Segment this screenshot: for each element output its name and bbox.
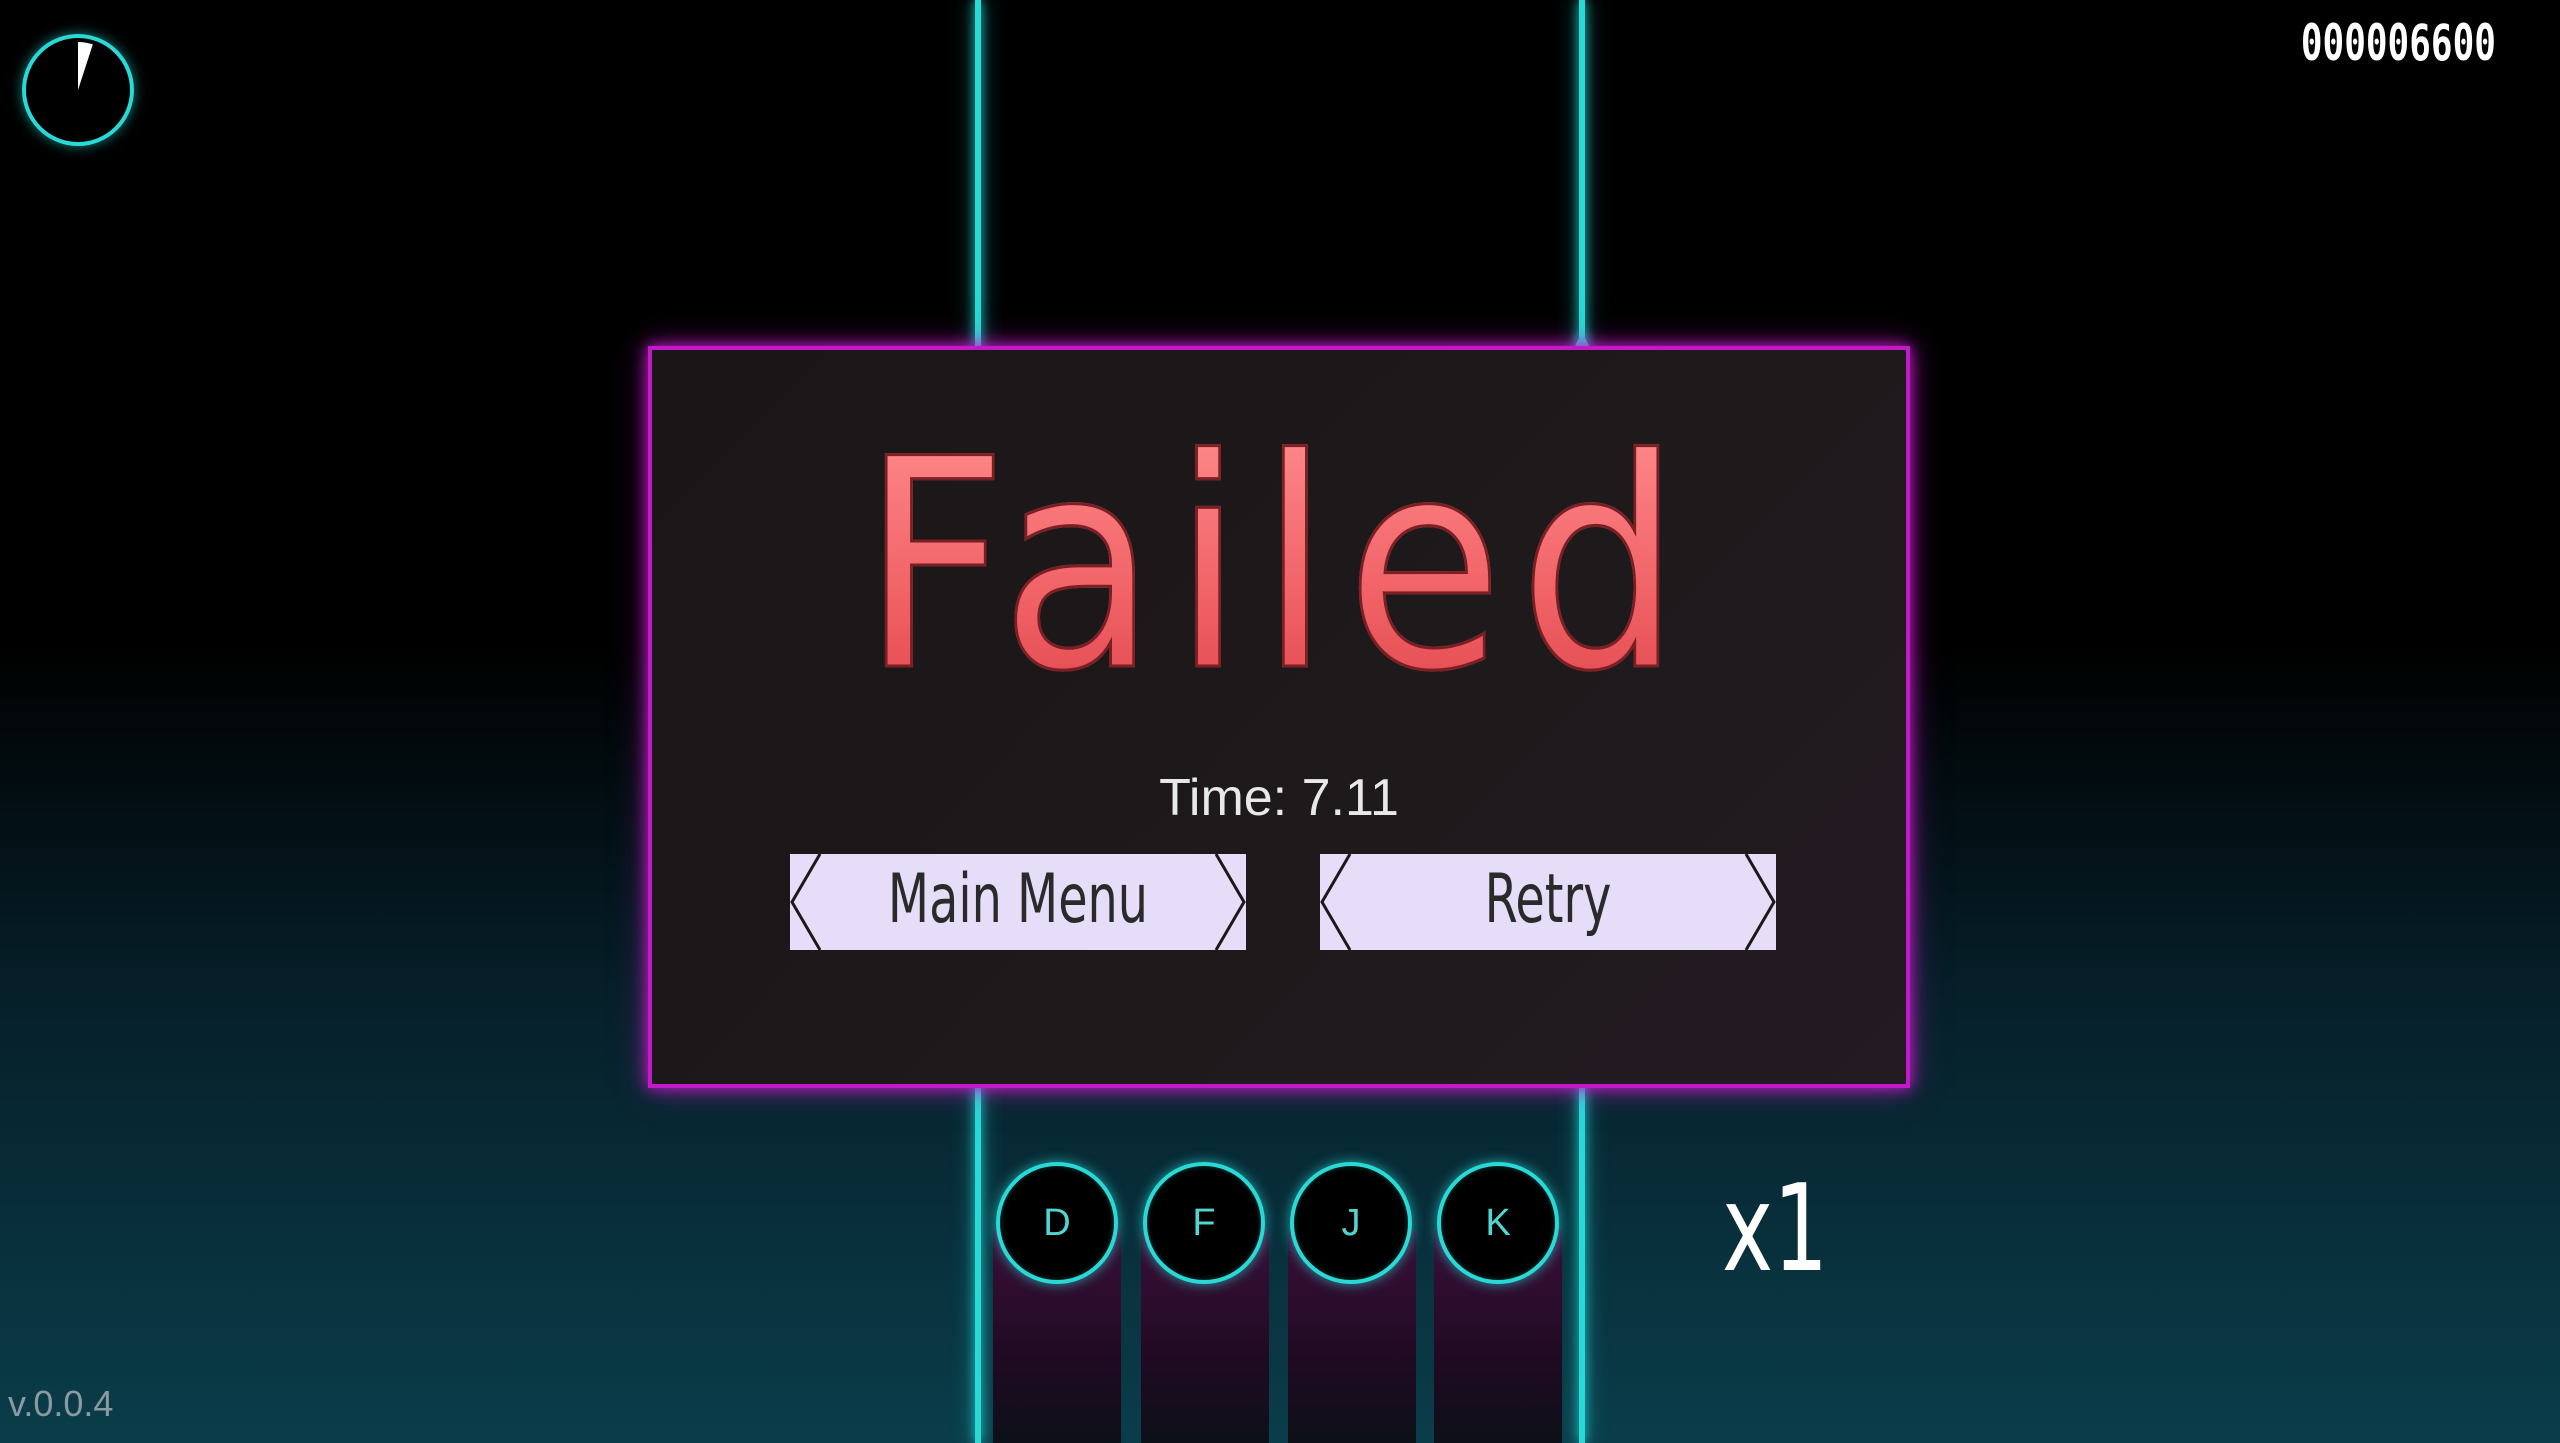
timer-dial	[78, 42, 93, 90]
chevron-left-icon	[1320, 854, 1352, 950]
timer-progress-wedge	[78, 42, 93, 90]
song-progress-timer-icon	[22, 34, 134, 146]
chevron-right-icon	[1744, 854, 1776, 950]
main-menu-button[interactable]: Main Menu	[790, 854, 1246, 950]
lane-key-j[interactable]: J	[1290, 1162, 1412, 1284]
lane-key-d[interactable]: D	[996, 1162, 1118, 1284]
version-label: v.0.0.4	[8, 1383, 114, 1424]
elapsed-time-label: Time: 7.11	[1159, 769, 1399, 827]
main-menu-button-label: Main Menu	[887, 860, 1149, 939]
game-stage: 000006600 D F J K x1 v.0.0.4 Failed Time…	[0, 0, 2560, 1443]
retry-button[interactable]: Retry	[1320, 854, 1776, 950]
score-counter: 000006600	[2300, 14, 2496, 72]
lane-key-k[interactable]: K	[1437, 1162, 1559, 1284]
chevron-right-icon	[1214, 854, 1246, 950]
chevron-left-icon	[790, 854, 822, 950]
lane-key-f[interactable]: F	[1143, 1162, 1265, 1284]
failed-title: Failed	[727, 420, 1831, 713]
combo-multiplier: x1	[1722, 1160, 1829, 1299]
failed-dialog: Failed Time: 7.11 Main Menu Retry	[648, 346, 1910, 1088]
retry-button-label: Retry	[1484, 860, 1612, 939]
